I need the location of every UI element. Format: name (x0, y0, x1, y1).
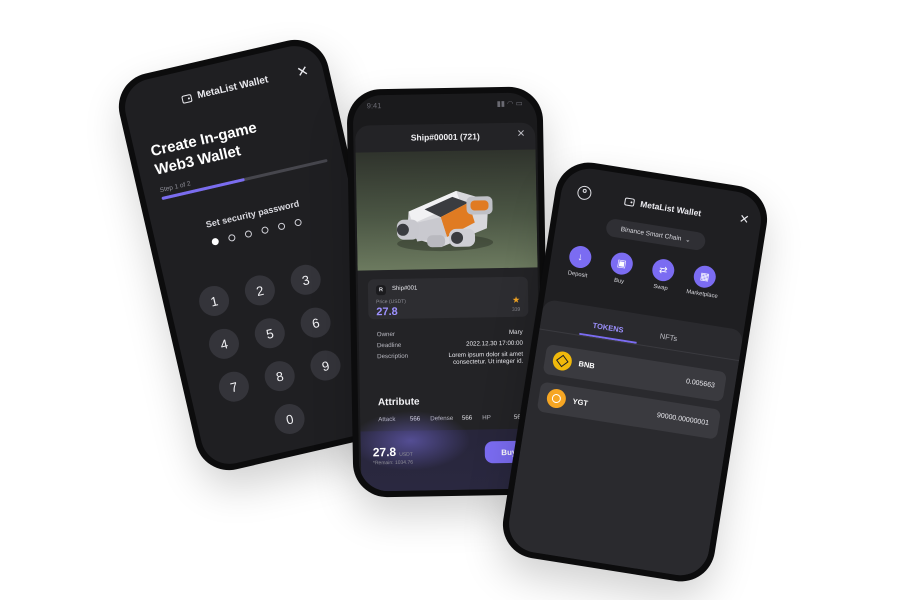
password-dot (277, 222, 286, 231)
action-marketplace-button[interactable]: ▦ Marketplace (677, 262, 731, 301)
sheet-title: Ship#00001 (721) (410, 131, 480, 143)
password-dot (211, 237, 220, 246)
password-dot (227, 233, 237, 243)
detail-label: Description (377, 352, 409, 361)
keypad-key[interactable]: 2 (241, 272, 278, 309)
close-icon[interactable]: ✕ (517, 129, 526, 140)
wallet-icon: ▣ (609, 251, 635, 277)
password-dot (260, 225, 270, 235)
profile-icon[interactable] (576, 184, 593, 201)
wallet-header: MetaList Wallet (181, 74, 270, 105)
brand-name: MetaList Wallet (196, 74, 270, 102)
keypad-key[interactable]: 6 (297, 304, 334, 341)
spaceship-illustration (396, 190, 494, 252)
tab-tokens[interactable]: TOKENS (592, 321, 624, 335)
price-label: Price (USDT) (376, 298, 406, 306)
arrow-down-icon: ↓ (567, 244, 593, 270)
wallet-header: MetaList Wallet (623, 196, 702, 219)
rarity-badge: R (375, 285, 387, 296)
store-icon: ▦ (692, 264, 718, 290)
token-amount: 0.005663 (685, 378, 716, 390)
close-icon[interactable]: ✕ (738, 212, 750, 227)
keypad-key[interactable]: 9 (307, 347, 344, 384)
keypad-key[interactable]: 5 (251, 315, 288, 352)
action-label: Marketplace (685, 289, 719, 300)
detail-row: Description Lorem ipsum dolor sit amet co… (377, 351, 523, 368)
tab-nfts[interactable]: NFTs (659, 332, 678, 344)
keypad-key[interactable]: 4 (206, 325, 242, 362)
detail-label: Owner (376, 330, 396, 339)
detail-label: Deadline (376, 341, 402, 350)
status-bar: 9:41 ▮▮ ◠ ▭ (367, 99, 523, 111)
brand-name: MetaList Wallet (639, 198, 702, 219)
keypad: 123 456 789 0 (119, 40, 344, 437)
detail-value: Mary (508, 328, 523, 336)
chain-name: Binance Smart Chain (620, 225, 682, 243)
assets-panel: TOKENS NFTs BNB 0.005663 YGT 90000.00000… (504, 298, 744, 580)
keypad-key[interactable]: 3 (287, 261, 324, 298)
keypad-key[interactable]: 8 (261, 358, 298, 395)
token-symbol: BNB (577, 359, 596, 371)
close-icon[interactable]: ✕ (295, 62, 310, 80)
keypad-key[interactable]: 1 (196, 282, 233, 319)
item-price: 27.8 (376, 305, 398, 319)
chain-selector[interactable]: Binance Smart Chain ⌄ (604, 217, 707, 252)
keypad-key[interactable]: 0 (271, 401, 308, 437)
purchase-price: 27.8 USDT (372, 444, 413, 460)
password-dot (244, 229, 253, 239)
detail-sheet: Ship#00001 (721) ✕ R Ship#001 Price (USD… (355, 122, 542, 492)
star-icon[interactable]: ★ (512, 295, 520, 306)
bnb-coin-icon (551, 350, 574, 372)
status-time: 9:41 (366, 101, 382, 111)
ship-image (355, 149, 538, 271)
detail-row: Owner Mary (377, 329, 523, 339)
token-amount: 90000.00000001 (656, 412, 710, 428)
item-name: Ship#001 (391, 285, 418, 292)
bottom-price: 27.8 (372, 444, 397, 460)
detail-value: 2022.12.30 17:00:00 (466, 339, 523, 348)
swap-icon: ⇄ (650, 257, 676, 283)
password-dot (293, 218, 303, 227)
remain-text: *Remain: 1034.76 (372, 459, 414, 467)
detail-row: Deadline 2022.12.30 17:00:00 (377, 340, 523, 350)
attribute-label: HP (482, 414, 491, 422)
wallet-icon (623, 197, 636, 207)
item-card: R Ship#001 Price (USDT) 27.8 ★ 339 (367, 276, 529, 320)
wallet-icon (181, 93, 193, 104)
chevron-down-icon: ⌄ (684, 236, 692, 245)
token-symbol: YGT (571, 396, 589, 408)
ygt-coin-icon (545, 387, 568, 410)
attribute-title: Attribute (377, 396, 420, 409)
like-count: 339 (511, 306, 521, 313)
detail-rows: Owner Mary Deadline 2022.12.30 17:00:00 Desc… (377, 329, 524, 372)
status-icons: ▮▮ ◠ ▭ (496, 98, 523, 109)
keypad-key[interactable]: 7 (215, 368, 252, 405)
ship-detail-screen: 9:41 ▮▮ ◠ ▭ Ship#00001 (721) ✕ R Ship#00… (352, 92, 544, 492)
detail-value: Lorem ipsum dolor sit amet consectetur. … (448, 350, 524, 366)
bottom-unit: USDT (399, 451, 413, 458)
